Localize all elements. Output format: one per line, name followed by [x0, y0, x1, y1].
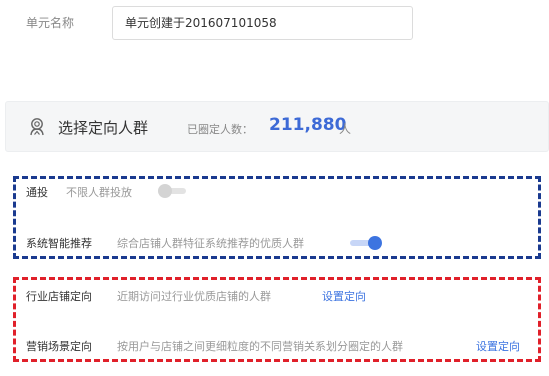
section-title: 选择定向人群	[58, 119, 149, 137]
target-crowd-header: 选择定向人群 已圈定人数： 211,880 人	[5, 101, 549, 152]
count-unit: 人	[339, 122, 352, 136]
unit-name-label: 单元名称	[26, 16, 75, 30]
set-target-link-industry[interactable]: 设置定向	[322, 288, 366, 304]
row-desc-industry: 近期访问过行业优质店铺的人群	[117, 290, 271, 303]
count-value: 211,880	[269, 115, 347, 135]
toggle-knob	[158, 184, 172, 198]
set-target-link-marketing[interactable]: 设置定向	[476, 338, 520, 354]
unit-name-input[interactable]: 单元创建于201607101058	[112, 6, 413, 40]
row-title-broad: 通投	[26, 186, 48, 199]
row-title-industry: 行业店铺定向	[26, 290, 92, 303]
row-desc-marketing: 按用户与店铺之间更细粒度的不同营销关系划分圈定的人群	[117, 340, 403, 353]
row-title-marketing: 营销场景定向	[26, 340, 92, 353]
row-desc-smart: 综合店铺人群特征系统推荐的优质人群	[117, 237, 304, 250]
toggle-smart[interactable]	[350, 236, 382, 250]
row-title-smart: 系统智能推荐	[26, 237, 92, 250]
crowd-target-icon	[30, 118, 44, 136]
toggle-knob	[368, 236, 382, 250]
count-label: 已圈定人数：	[187, 123, 253, 136]
toggle-broad[interactable]	[158, 184, 186, 198]
row-desc-broad: 不限人群投放	[66, 186, 132, 199]
